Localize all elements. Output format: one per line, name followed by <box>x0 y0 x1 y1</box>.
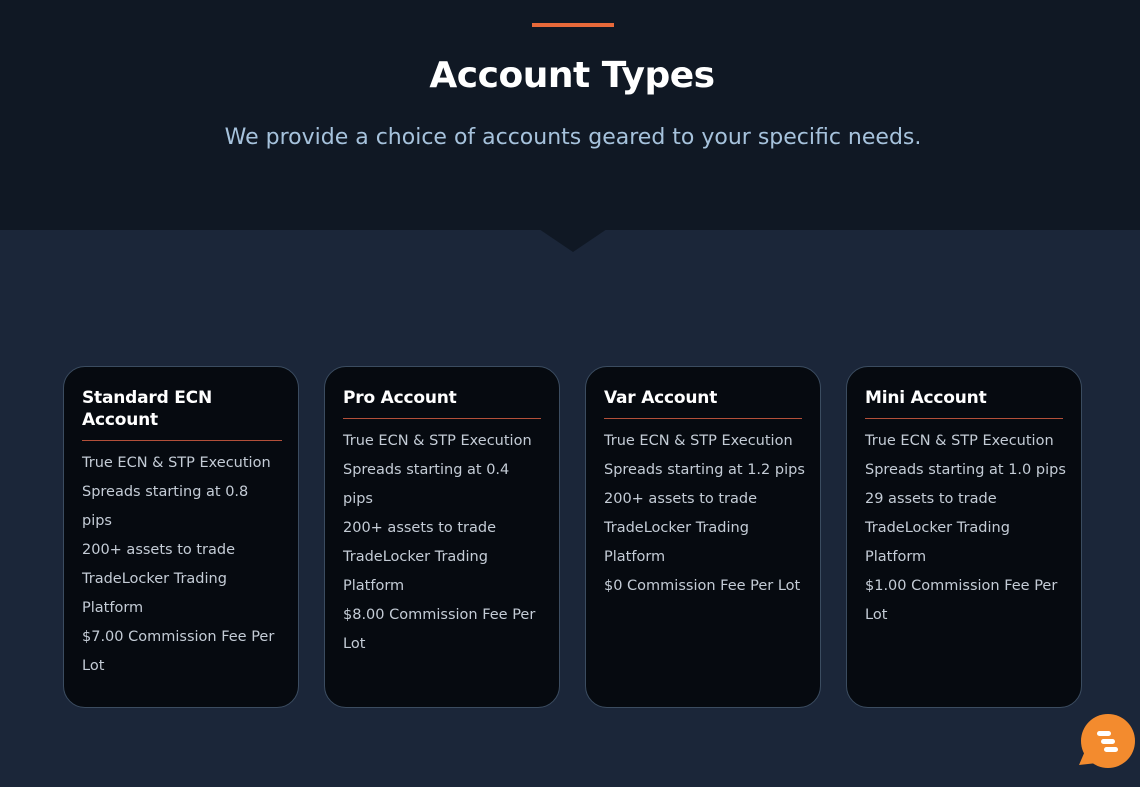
feature-item: 29 assets to trade <box>865 491 997 507</box>
card-title: Mini Account <box>865 387 1063 419</box>
account-card-var: Var Account True ECN & STP Execution Spr… <box>585 366 821 708</box>
feature-item: Spreads starting at 0.4 pips <box>343 462 510 507</box>
feature-item: $8.00 Commission Fee Per Lot <box>343 607 536 652</box>
hero-section: Account Types We provide a choice of acc… <box>0 0 1140 230</box>
feature-item: True ECN & STP Execution <box>82 455 271 471</box>
feature-item: True ECN & STP Execution <box>865 433 1054 449</box>
feature-item: $1.00 Commission Fee Per Lot <box>865 578 1058 623</box>
feature-item: TradeLocker Trading Platform <box>343 549 488 594</box>
feature-item: 200+ assets to trade <box>343 520 497 536</box>
feature-item: TradeLocker Trading Platform <box>604 520 749 565</box>
account-card-standard-ecn: Standard ECN Account True ECN & STP Exec… <box>63 366 299 708</box>
section-divider-notch <box>539 229 607 252</box>
page-subtitle: We provide a choice of accounts geared t… <box>224 125 922 150</box>
chat-widget-button[interactable] <box>1077 713 1137 773</box>
feature-item: Spreads starting at 1.2 pips <box>604 462 805 478</box>
feature-item: TradeLocker Trading Platform <box>82 571 227 616</box>
account-card-pro: Pro Account True ECN & STP Execution Spr… <box>324 366 560 708</box>
card-title: Pro Account <box>343 387 541 419</box>
feature-item: TradeLocker Trading Platform <box>865 520 1010 565</box>
feature-item: 200+ assets to trade <box>82 542 236 558</box>
feature-item: $7.00 Commission Fee Per Lot <box>82 629 275 674</box>
account-card-mini: Mini Account True ECN & STP Execution Sp… <box>846 366 1082 708</box>
feature-item: 200+ assets to trade <box>604 491 758 507</box>
feature-item: Spreads starting at 1.0 pips <box>865 462 1066 478</box>
card-title: Standard ECN Account <box>82 387 282 441</box>
title-accent-bar <box>532 23 614 27</box>
feature-item: $0 Commission Fee Per Lot <box>604 578 801 594</box>
feature-item: Spreads starting at 0.8 pips <box>82 484 249 529</box>
card-title: Var Account <box>604 387 802 419</box>
chat-bubble-icon <box>1079 714 1135 768</box>
feature-item: True ECN & STP Execution <box>343 433 532 449</box>
page-title: Account Types <box>429 55 715 96</box>
feature-item: True ECN & STP Execution <box>604 433 793 449</box>
